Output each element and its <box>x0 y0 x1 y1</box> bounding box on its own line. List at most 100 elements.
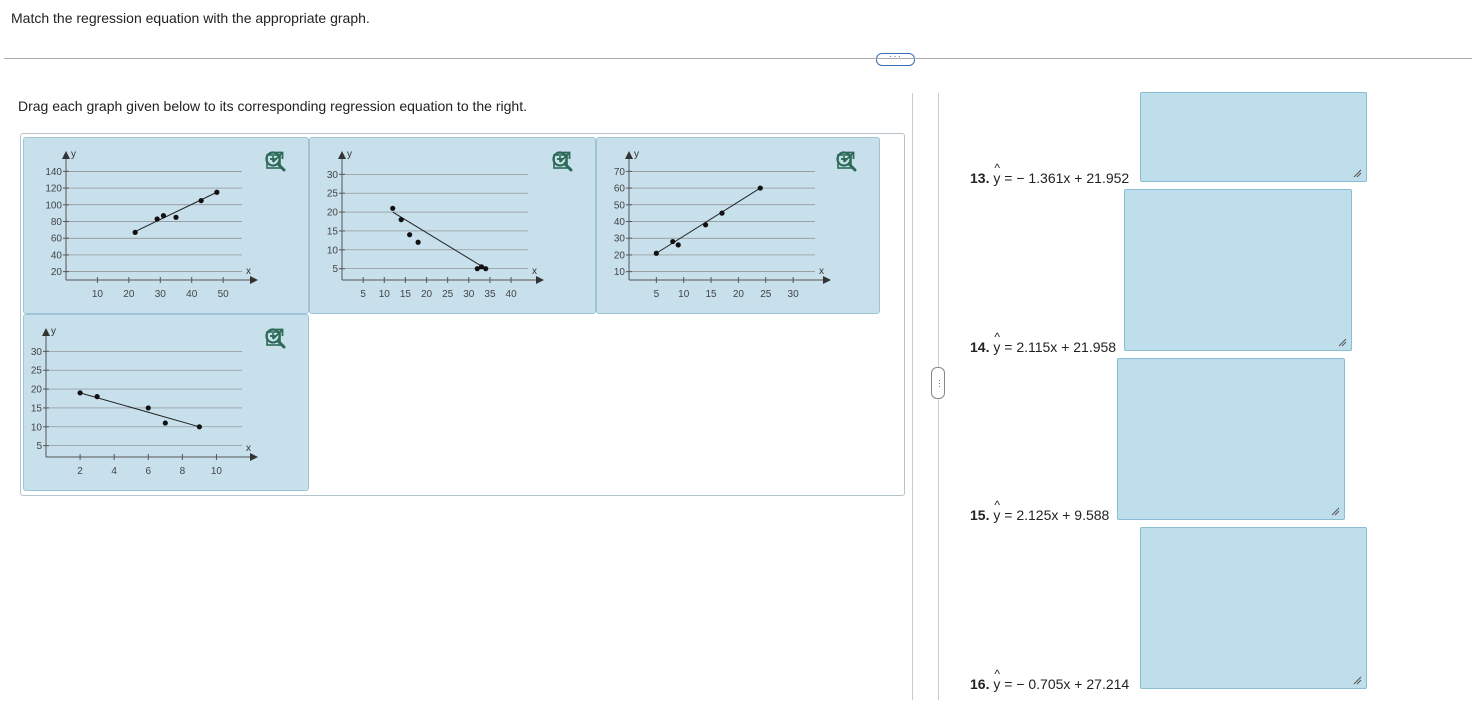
equation-rhs: = 2.115x + 21.958 <box>1004 339 1117 355</box>
x-axis-arrow-icon <box>536 276 544 284</box>
x-tick-label: 20 <box>421 289 433 300</box>
data-point <box>160 213 167 219</box>
y-hat: ^ y <box>993 667 1001 692</box>
y-tick-label: 5 <box>36 441 42 452</box>
equation-16: 16. ^ y = − 0.705x + 27.214 <box>970 667 1130 692</box>
drop-zone-13[interactable] <box>1140 92 1367 182</box>
resize-handle-icon[interactable] <box>1331 507 1340 516</box>
x-tick-label: 8 <box>180 466 186 477</box>
x-tick-label: 15 <box>400 289 412 300</box>
x-tick-label: 30 <box>463 289 475 300</box>
data-point <box>653 250 659 256</box>
data-point <box>398 217 404 223</box>
y-tick-label: 60 <box>51 234 63 245</box>
x-tick-label: 50 <box>218 289 230 300</box>
graph-card-3[interactable]: y x 70 60 50 40 30 20 10 5 10 15 20 25 30 <box>596 137 880 314</box>
equation-rhs: = − 0.705x + 27.214 <box>1004 676 1130 692</box>
y-tick-label: 10 <box>327 245 339 256</box>
y-tick-label: 70 <box>614 167 626 178</box>
x-axis-label: x <box>819 266 824 277</box>
x-tick-label: 20 <box>733 289 745 300</box>
drop-zone-14[interactable] <box>1124 189 1352 351</box>
equation-rhs: = 2.125x + 9.588 <box>1004 507 1110 523</box>
x-axis-arrow-icon <box>250 276 258 284</box>
data-point <box>196 424 202 430</box>
x-tick-label: 4 <box>111 466 117 477</box>
y-tick-label: 140 <box>45 167 62 178</box>
pane-divider-left <box>912 93 913 700</box>
equation-number: 13. <box>970 170 990 186</box>
y-axis-label: y <box>634 149 639 160</box>
equation-rhs: = − 1.361x + 21.952 <box>1004 170 1130 186</box>
graph-card-1[interactable]: y x 140 120 100 80 60 40 20 10 20 30 40 50 <box>23 137 309 314</box>
equation-13: 13. ^ y = − 1.361x + 21.952 <box>970 161 1130 186</box>
x-tick-label: 5 <box>654 289 660 300</box>
y-axis-arrow-icon <box>62 151 70 159</box>
y-tick-label: 15 <box>31 403 43 414</box>
data-point <box>702 222 709 228</box>
data-point <box>757 185 763 191</box>
x-axis-label: x <box>532 266 537 277</box>
y-tick-label: 40 <box>614 217 626 228</box>
y-tick-label: 15 <box>327 226 339 237</box>
y-tick-label: 60 <box>614 184 626 195</box>
popout-icon[interactable] <box>835 150 857 172</box>
x-tick-label: 35 <box>484 289 496 300</box>
y-axis-label: y <box>347 149 352 160</box>
drop-zone-16[interactable] <box>1140 527 1367 689</box>
data-point <box>94 394 100 400</box>
y-hat: ^ y <box>993 330 1001 355</box>
x-axis-arrow-icon <box>823 276 831 284</box>
data-point <box>173 214 179 220</box>
resize-handle-icon[interactable] <box>1353 169 1362 178</box>
x-axis-label: x <box>246 443 251 454</box>
resize-handle-icon[interactable] <box>1353 676 1362 685</box>
more-button[interactable]: ··· <box>876 52 915 66</box>
y-tick-label: 100 <box>45 200 62 211</box>
x-tick-label: 25 <box>442 289 454 300</box>
regression-line <box>134 191 218 232</box>
separator <box>4 58 1472 59</box>
popout-icon[interactable] <box>551 150 573 172</box>
y-axis-label: y <box>51 326 56 337</box>
equation-number: 14. <box>970 339 990 355</box>
y-tick-label: 80 <box>51 217 63 228</box>
drag-instruction: Drag each graph given below to its corre… <box>18 98 527 114</box>
y-hat: ^ y <box>993 161 1001 186</box>
y-axis-arrow-icon <box>338 151 346 159</box>
y-tick-label: 120 <box>45 184 62 195</box>
y-tick-label: 20 <box>614 250 626 261</box>
data-point <box>154 216 160 222</box>
y-tick-label: 40 <box>51 250 63 261</box>
data-point <box>483 266 489 272</box>
x-tick-label: 20 <box>123 289 135 300</box>
equation-15: 15. ^ y = 2.125x + 9.588 <box>970 498 1110 523</box>
y-tick-label: 25 <box>327 189 339 200</box>
y-tick-label: 25 <box>31 366 43 377</box>
x-tick-label: 40 <box>506 289 518 300</box>
y-axis-arrow-icon <box>625 151 633 159</box>
y-tick-label: 20 <box>31 385 43 396</box>
graph-card-4[interactable]: y x 30 25 20 15 10 5 2 4 6 8 10 <box>23 314 309 491</box>
resize-handle-icon[interactable] <box>1338 338 1347 347</box>
data-point <box>719 210 725 216</box>
y-axis-arrow-icon <box>42 328 50 336</box>
y-axis-label: y <box>71 149 76 160</box>
x-tick-label: 6 <box>145 466 151 477</box>
question-instruction: Match the regression equation with the a… <box>11 10 370 26</box>
x-tick-label: 10 <box>379 289 391 300</box>
drop-zone-15[interactable] <box>1117 358 1345 520</box>
data-point <box>675 242 681 248</box>
data-point <box>198 198 204 204</box>
data-point <box>415 239 421 245</box>
data-point <box>132 229 138 235</box>
popout-icon[interactable] <box>264 150 286 172</box>
y-tick-label: 10 <box>614 267 626 278</box>
pane-resize-grip[interactable]: ··· <box>931 367 945 399</box>
data-point <box>214 189 220 195</box>
graph-card-2[interactable]: y x 30 25 20 15 10 5 5 10 15 20 25 30 35 40 <box>309 137 596 314</box>
x-axis-label: x <box>246 266 251 277</box>
regression-line <box>392 211 486 270</box>
popout-icon[interactable] <box>264 327 286 349</box>
y-tick-label: 30 <box>327 170 339 181</box>
